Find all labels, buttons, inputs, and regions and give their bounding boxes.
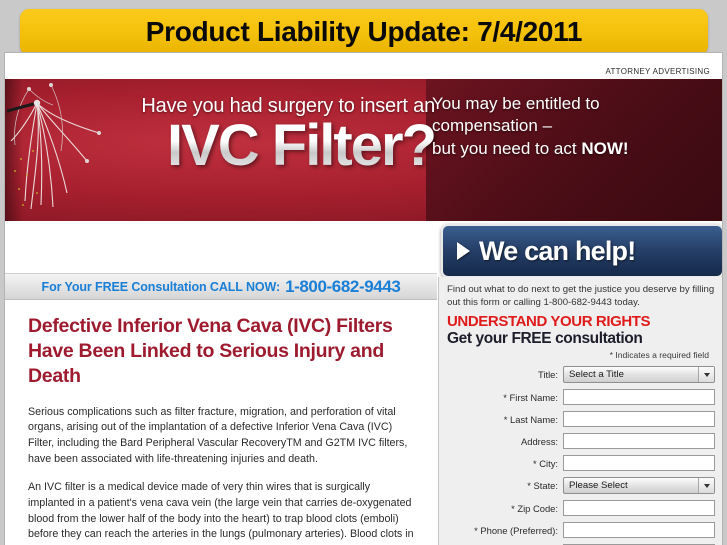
form-row-title: Title: Select a Title (445, 366, 715, 384)
form-row-phone: * Phone (Preferred): (445, 522, 715, 539)
required-field-note: * Indicates a required field (609, 350, 709, 361)
hero-headline: IVC Filter? (65, 116, 437, 175)
article-column: Defective Inferior Vena Cava (IVC) Filte… (6, 300, 437, 545)
consultation-form: Find out what to do next to get the just… (438, 277, 722, 545)
form-heading-consultation: Get your FREE consultation (447, 330, 643, 348)
form-row-state: * State: Please Select (445, 477, 715, 495)
title-select-value: Select a Title (569, 369, 624, 381)
phone-input[interactable] (563, 522, 715, 539)
consultation-phone-number[interactable]: 1-800-682-9443 (285, 277, 401, 297)
field-label-state: * State: (527, 480, 558, 492)
address-input[interactable] (563, 433, 715, 450)
consultation-label: For Your FREE Consultation CALL NOW: (41, 279, 281, 294)
form-intro-text: Find out what to do next to get the just… (447, 284, 715, 308)
title-select[interactable]: Select a Title (563, 366, 715, 384)
city-input[interactable] (563, 455, 715, 472)
hero-headline-group: Have you had surgery to insert an IVC Fi… (65, 95, 437, 175)
field-label-zip-code: * Zip Code: (511, 502, 558, 514)
last-name-input[interactable] (563, 411, 715, 428)
attorney-advertising-label: ATTORNEY ADVERTISING (605, 67, 710, 76)
field-label-address: Address: (521, 435, 558, 447)
field-label-phone: * Phone (Preferred): (474, 524, 558, 536)
field-label-city: * City: (532, 457, 558, 469)
form-heading-rights: UNDERSTAND YOUR RIGHTS (447, 313, 651, 331)
field-label-first-name: * First Name: (503, 391, 558, 403)
right-page-edge (723, 52, 727, 545)
form-row-zip-code: * Zip Code: (445, 500, 715, 517)
play-arrow-icon (457, 242, 470, 260)
page-root: Product Liability Update: 7/4/2011 ATTOR… (0, 0, 727, 545)
page-title: Product Liability Update: 7/4/2011 (145, 16, 583, 47)
form-row-city: * City: (445, 455, 715, 472)
consultation-phone-bar[interactable]: For Your FREE Consultation CALL NOW: 1-8… (5, 273, 437, 300)
article-paragraph: Serious complications such as filter fra… (28, 405, 408, 465)
article-title: Defective Inferior Vena Cava (IVC) Filte… (28, 315, 393, 387)
top-banner: Product Liability Update: 7/4/2011 (20, 9, 708, 55)
zip-code-input[interactable] (563, 500, 715, 517)
attorney-advertising-bar: ATTORNEY ADVERTISING (5, 53, 722, 79)
field-label-last-name: * Last Name: (503, 413, 558, 425)
chevron-down-icon[interactable] (698, 367, 714, 383)
we-can-help-label: We can help! (479, 235, 636, 266)
first-name-input[interactable] (563, 389, 715, 406)
we-can-help-button[interactable]: We can help! (441, 224, 722, 278)
content-card: ATTORNEY ADVERTISING Have you had surger… (4, 52, 723, 545)
chevron-down-icon[interactable] (698, 478, 714, 494)
state-select-value: Please Select (569, 480, 628, 492)
form-row-last-name: * Last Name: (445, 411, 715, 428)
field-label-title: Title: (538, 369, 558, 381)
lead-form-panel: We can help! Find out what to do next to… (438, 105, 722, 545)
form-row-first-name: * First Name: (445, 389, 715, 406)
state-select[interactable]: Please Select (563, 477, 715, 495)
form-row-address: Address: (445, 433, 715, 450)
article-paragraph: An IVC filter is a medical device made o… (28, 481, 414, 545)
